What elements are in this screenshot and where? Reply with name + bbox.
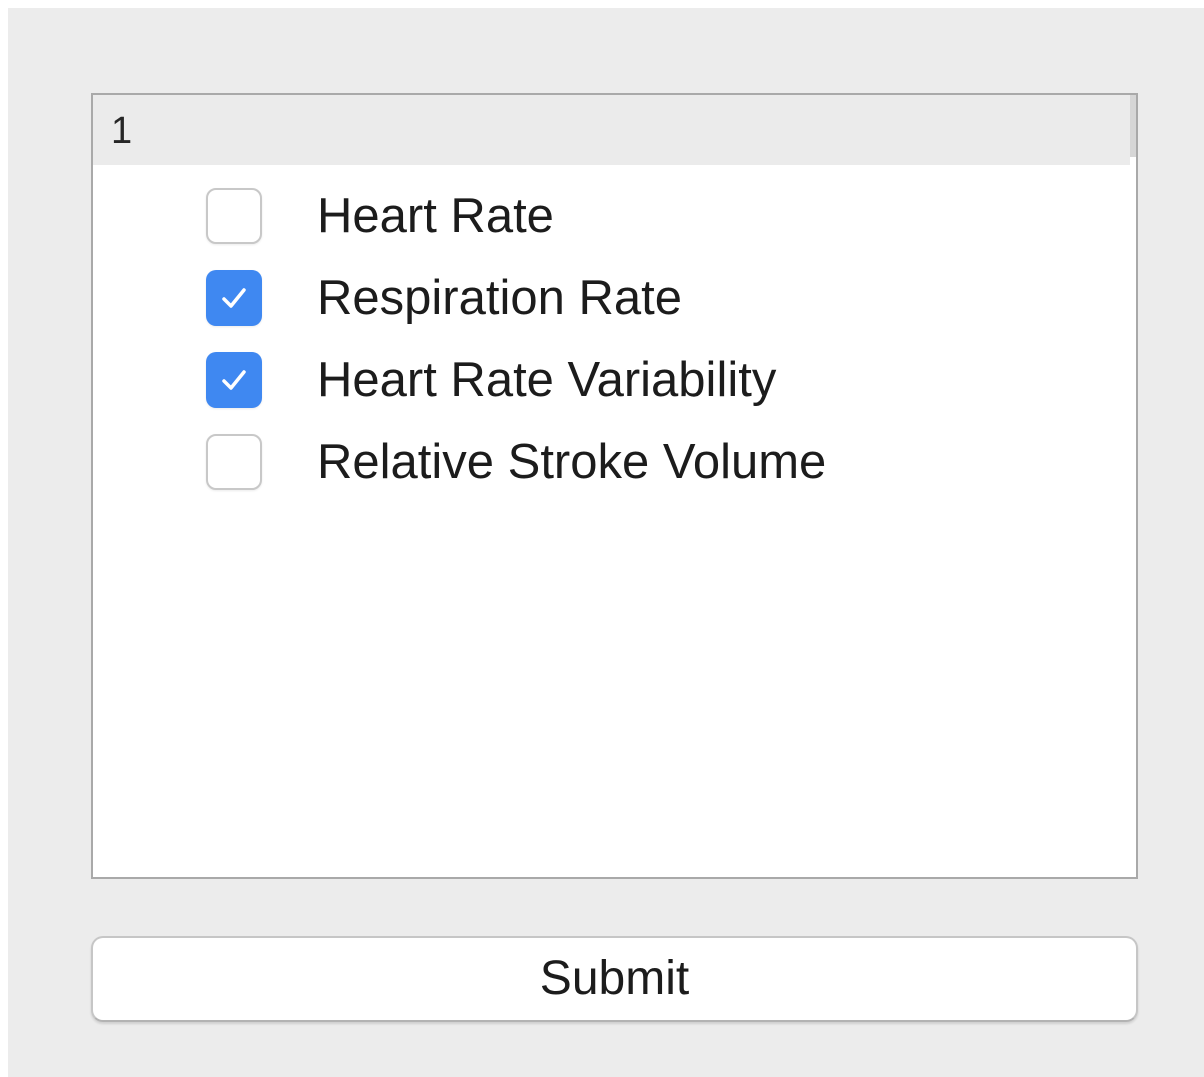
checkmark-icon — [222, 288, 246, 308]
heart-rate-variability-label: Heart Rate Variability — [317, 353, 777, 407]
relative-stroke-volume-checkbox[interactable] — [206, 434, 262, 490]
scrollbar[interactable] — [1130, 95, 1136, 157]
heart-rate-checkbox[interactable] — [206, 188, 262, 244]
heart-rate-variability-checkbox[interactable] — [206, 352, 262, 408]
list-item-heart-rate-variability[interactable]: Heart Rate Variability — [93, 338, 1133, 420]
list-header-label: 1 — [111, 110, 133, 152]
list-header: 1 — [93, 95, 1130, 165]
list-item-heart-rate[interactable]: Heart Rate — [93, 174, 1133, 256]
checkmark-icon — [222, 370, 246, 390]
relative-stroke-volume-label: Relative Stroke Volume — [317, 435, 827, 489]
submit-button[interactable]: Submit — [91, 936, 1138, 1022]
list-item-respiration-rate[interactable]: Respiration Rate — [93, 256, 1133, 338]
list-item-relative-stroke-volume[interactable]: Relative Stroke Volume — [93, 420, 1133, 502]
heart-rate-label: Heart Rate — [317, 189, 554, 243]
measurement-list: 1 Heart Rate Respiration Rate Heart Rate… — [91, 93, 1138, 879]
respiration-rate-checkbox[interactable] — [206, 270, 262, 326]
respiration-rate-label: Respiration Rate — [317, 271, 682, 325]
